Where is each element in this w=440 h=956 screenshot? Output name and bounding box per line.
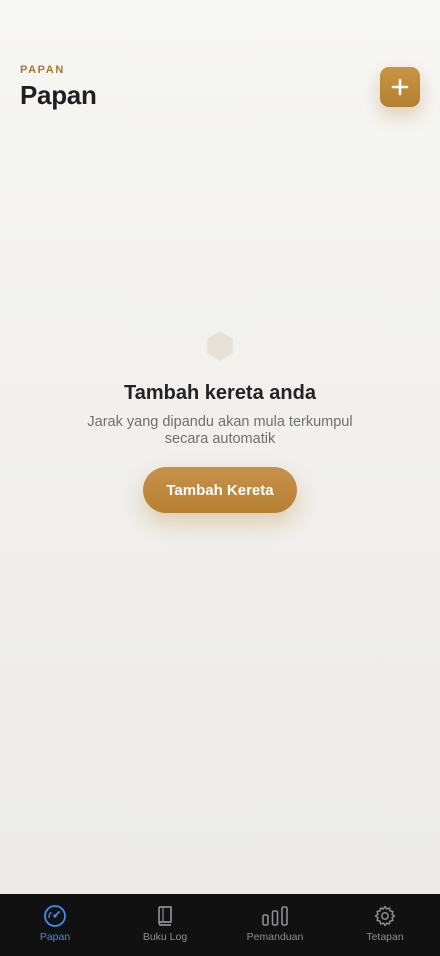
empty-state: Tambah kereta anda Jarak yang dipandu ak… xyxy=(0,330,440,513)
add-car-cta-button[interactable]: Tambah Kereta xyxy=(143,467,297,513)
page-header: PAPAN Papan xyxy=(20,64,420,114)
empty-state-title: Tambah kereta anda xyxy=(124,382,316,404)
tab-bar: Papan Buku Log Pemanduan Tetapan xyxy=(0,894,440,956)
tab-label: Pemanduan xyxy=(246,931,304,943)
hexagon-icon xyxy=(207,330,233,362)
tab-buku-log[interactable]: Buku Log xyxy=(110,894,220,956)
tab-papan[interactable]: Papan xyxy=(0,894,110,956)
add-car-button[interactable] xyxy=(380,67,420,107)
gear-icon xyxy=(374,905,396,927)
tab-label: Papan xyxy=(39,931,71,943)
plus-icon xyxy=(391,78,409,96)
tab-label: Buku Log xyxy=(142,931,188,943)
empty-state-subtitle: Jarak yang dipandu akan mula terkumpul s… xyxy=(87,414,353,447)
tab-tetapan[interactable]: Tetapan xyxy=(330,894,440,956)
bar-chart-icon xyxy=(262,906,288,926)
tab-pemanduan[interactable]: Pemanduan xyxy=(220,894,330,956)
book-icon xyxy=(158,906,172,926)
page-title: Papan xyxy=(20,80,97,110)
tab-label: Tetapan xyxy=(366,931,404,943)
page-eyebrow: PAPAN xyxy=(20,64,65,76)
speedometer-icon xyxy=(44,905,66,927)
